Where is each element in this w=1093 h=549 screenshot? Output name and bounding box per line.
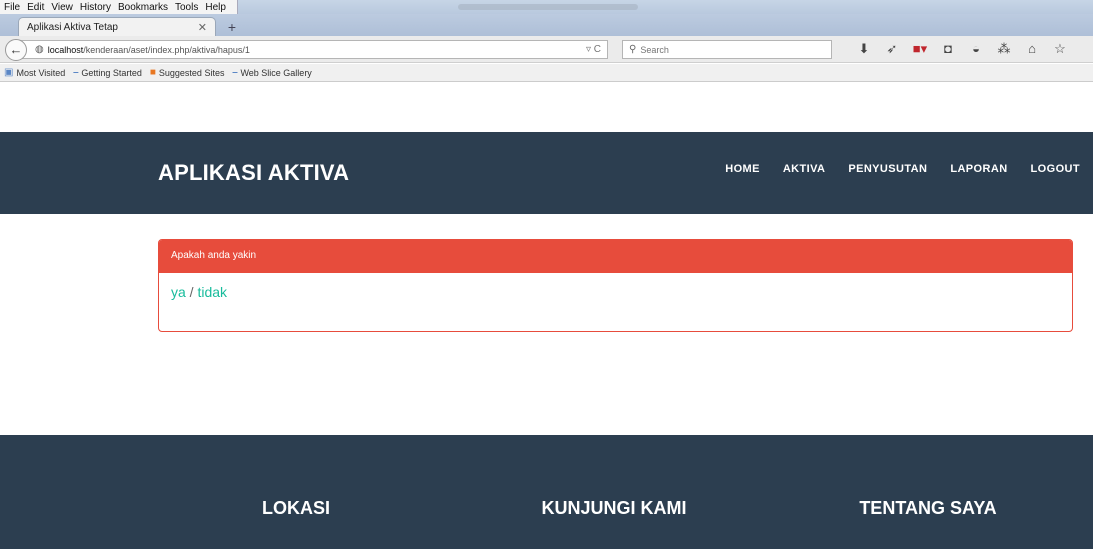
site-brand[interactable]: APLIKASI AKTIVA (158, 160, 349, 186)
menu-bookmarks[interactable]: Bookmarks (118, 2, 168, 13)
home-icon[interactable]: ⌂ (1018, 41, 1046, 57)
bookmark-label: Web Slice Gallery (240, 67, 312, 78)
site-header: APLIKASI AKTIVA HOME AKTIVA PENYUSUTAN L… (0, 132, 1093, 214)
nav-laporan[interactable]: LAPORAN (950, 163, 1007, 175)
site-footer: LOKASI KUNJUNGI KAMI TENTANG SAYA (0, 435, 1093, 549)
bookmark-label: Most Visited (16, 67, 66, 78)
tab-strip: Aplikasi Aktiva Tetap ✕ + (0, 14, 1093, 36)
nav-logout[interactable]: LOGOUT (1031, 163, 1080, 175)
menu-help[interactable]: Help (205, 2, 226, 13)
page-body: Apakah anda yakin ya / tidak (0, 214, 1093, 435)
nav-aktiva[interactable]: AKTIVA (783, 163, 826, 175)
bookmark-suggested-sites[interactable]: ■ Suggested Sites (150, 67, 225, 78)
menu-bar: File Edit View History Bookmarks Tools H… (0, 0, 1093, 14)
new-tab-icon[interactable]: + (222, 19, 242, 35)
suggested-sites-icon: ■ (149, 67, 156, 78)
panel-heading: Apakah anda yakin (159, 240, 1072, 273)
menu-list: File Edit View History Bookmarks Tools H… (0, 0, 238, 14)
yes-link[interactable]: ya (171, 284, 186, 300)
nav-penyusutan[interactable]: PENYUSUTAN (848, 163, 927, 175)
bookmark-label: Suggested Sites (158, 67, 225, 78)
page-icon: ⎯ (73, 67, 79, 78)
url-text: localhost/kenderaan/aset/index.php/aktiv… (48, 45, 250, 55)
bookmark-most-visited[interactable]: ▣ Most Visited (4, 67, 65, 78)
footer-heading-kunjungi: KUNJUNGI KAMI (541, 498, 687, 518)
back-arrow-icon[interactable]: ← (5, 39, 27, 61)
menu-history[interactable]: History (80, 2, 111, 13)
menu-tools[interactable]: Tools (175, 2, 198, 13)
toolbar-icons: ⬇ ➶ ■▾ ◘ ◒ ⁂ ⌂ ☆ (850, 41, 1074, 57)
menu-file[interactable]: File (4, 2, 20, 13)
main-nav: HOME AKTIVA PENYUSUTAN LAPORAN LOGOUT (702, 163, 1080, 175)
panel-body: ya / tidak (159, 273, 1072, 311)
nav-home[interactable]: HOME (725, 163, 760, 175)
bookmark-web-slice-gallery[interactable]: ⎯ Web Slice Gallery (232, 67, 311, 78)
reload-icon[interactable]: ▿ C (586, 44, 601, 55)
footer-heading-tentang: TENTANG SAYA (859, 498, 997, 518)
window-title-blurred (457, 4, 638, 10)
addon-icon[interactable]: ⁂ (990, 41, 1018, 57)
menu-view[interactable]: View (51, 2, 73, 13)
tab-title: Aplikasi Aktiva Tetap (27, 21, 118, 33)
bookmarks-toolbar: ▣ Most Visited ⎯ Getting Started ■ Suggeste… (0, 64, 1093, 82)
search-icon: ⚲ (629, 44, 637, 55)
globe-icon: ◍ (35, 44, 44, 55)
footer-heading-lokasi: LOKASI (261, 498, 330, 518)
navigation-bar: ◍ localhost/kenderaan/aset/index.php/akt… (0, 36, 1093, 63)
search-input[interactable] (640, 44, 811, 55)
folder-icon: ▣ (4, 67, 14, 78)
browser-tab[interactable]: Aplikasi Aktiva Tetap ✕ (18, 17, 216, 36)
page-icon: ⎯ (232, 67, 238, 78)
menu-edit[interactable]: Edit (27, 2, 44, 13)
bookmark-getting-started[interactable]: ⎯ Getting Started (73, 67, 142, 78)
bookmark-star-icon[interactable]: ☆ (1046, 41, 1074, 57)
sync-icon[interactable]: ◒ (962, 41, 990, 57)
separator: / (185, 284, 198, 300)
url-path: /kenderaan/aset/index.php/aktiva/hapus/1 (83, 44, 250, 55)
download-icon[interactable]: ⬇ (850, 41, 878, 57)
bookmark-label: Getting Started (81, 67, 142, 78)
no-link[interactable]: tidak (197, 284, 227, 300)
pdf-icon[interactable]: ■▾ (906, 41, 934, 57)
search-bar[interactable]: ⚲ (622, 40, 832, 59)
pocket-icon[interactable]: ◘ (934, 41, 962, 57)
url-bar[interactable]: ◍ localhost/kenderaan/aset/index.php/akt… (18, 40, 608, 59)
close-icon[interactable]: ✕ (198, 21, 207, 34)
confirm-panel: Apakah anda yakin ya / tidak (158, 239, 1073, 332)
send-icon[interactable]: ➶ (878, 41, 906, 57)
url-host: localhost (47, 44, 84, 55)
